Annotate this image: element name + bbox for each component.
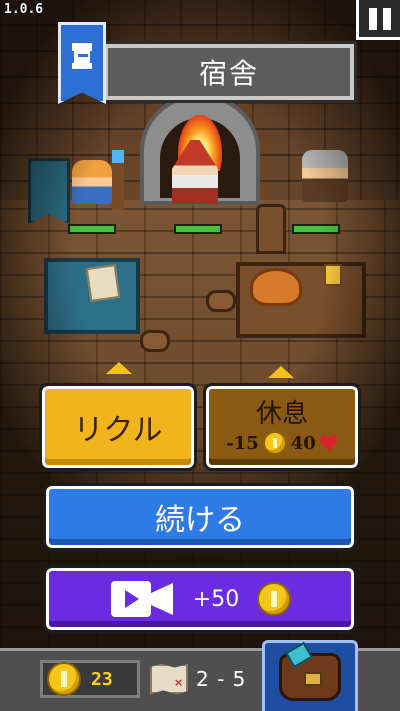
pointer-up-icon xyxy=(268,366,294,378)
rest-cost-row: -15 40 xyxy=(226,431,338,455)
location-title: 宿舎 xyxy=(101,41,357,103)
scroll-icon xyxy=(85,264,121,302)
pause-icon xyxy=(368,7,377,30)
pause-button[interactable] xyxy=(356,0,400,40)
stool xyxy=(140,330,170,352)
hero-warrior[interactable] xyxy=(302,150,348,202)
hero-knight[interactable] xyxy=(72,160,112,204)
rest-heal: 40 xyxy=(290,432,316,454)
rest-label: 休息 xyxy=(255,399,308,429)
hero-portrait-icon xyxy=(72,43,92,69)
inventory-button[interactable] xyxy=(262,640,358,711)
pause-icon xyxy=(382,7,391,30)
roast-chicken-icon xyxy=(250,268,302,306)
chair xyxy=(256,204,286,254)
stool xyxy=(206,290,236,312)
map-icon: × xyxy=(150,664,188,694)
recruit-label: リクル xyxy=(73,413,163,448)
rest-cost: -15 xyxy=(226,432,259,454)
video-camera-icon xyxy=(109,579,175,619)
version-label: 1.0.6 xyxy=(4,2,44,17)
gold-counter: 23 xyxy=(40,660,140,698)
backpack-icon xyxy=(279,653,341,701)
coin-icon xyxy=(47,662,81,696)
ad-reward: +50 xyxy=(192,586,240,612)
location-title-text: 宿舎 xyxy=(198,57,259,90)
continue-label: 続ける xyxy=(155,503,245,538)
continue-button[interactable]: 続ける xyxy=(43,483,357,551)
hero-hp-bar xyxy=(292,224,340,234)
coin-icon xyxy=(262,431,287,455)
hero-hp-bar xyxy=(174,224,222,234)
heart-icon xyxy=(319,435,338,451)
coin-icon xyxy=(257,582,292,616)
beer-mug-icon xyxy=(324,264,342,286)
gold-value: 23 xyxy=(91,668,113,690)
rest-button[interactable]: 休息 -15 40 xyxy=(203,383,361,471)
watch-ad-button[interactable]: +50 xyxy=(43,565,357,633)
stage-value: 2 - 5 xyxy=(196,667,247,691)
hero-hp-bar xyxy=(68,224,116,234)
pointer-up-icon xyxy=(106,362,132,374)
recruit-button[interactable]: リクル xyxy=(39,383,197,471)
location-banner xyxy=(58,22,106,104)
stage-indicator: × 2 - 5 xyxy=(150,660,254,698)
magic-staff-icon xyxy=(112,150,124,210)
